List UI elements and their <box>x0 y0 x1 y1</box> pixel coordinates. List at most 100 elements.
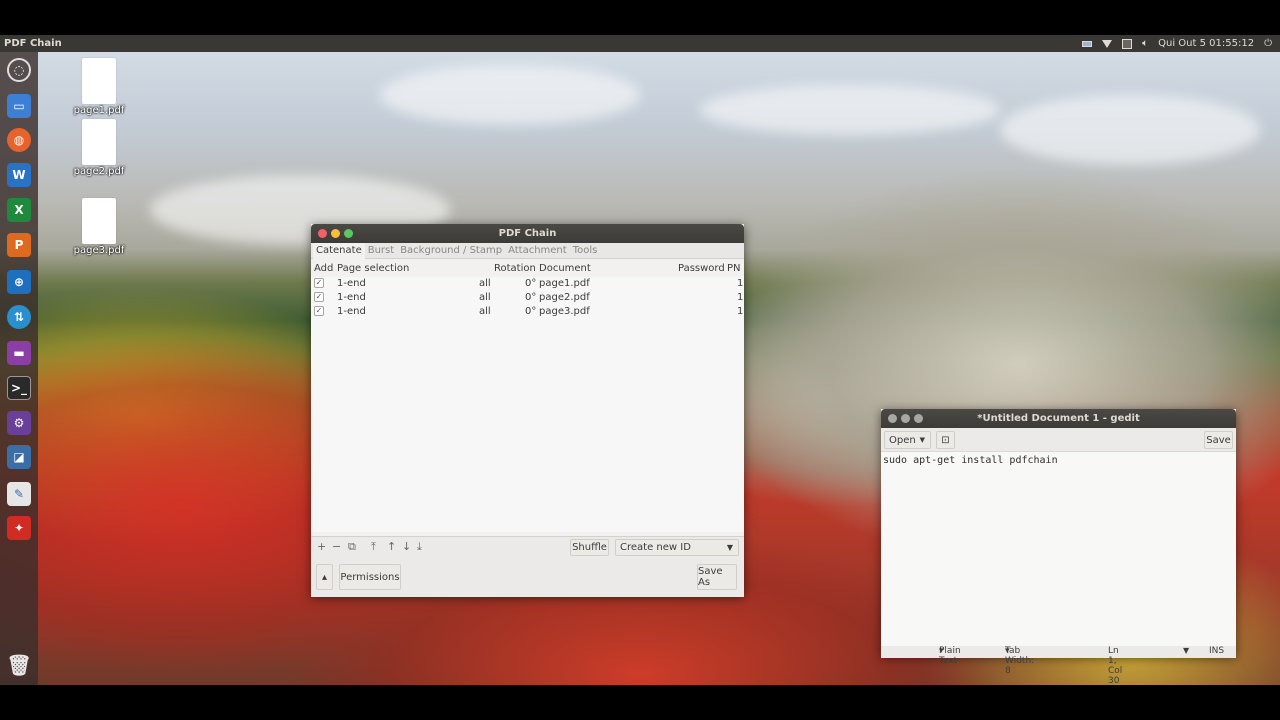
rotation-cell[interactable]: 0° <box>525 292 536 303</box>
window-title: PDF Chain <box>498 228 557 239</box>
calc-icon[interactable]: X <box>7 198 31 222</box>
desktop-file-page3[interactable]: page3.pdf <box>59 198 139 256</box>
permissions-button[interactable]: Permissions <box>339 564 401 590</box>
table-row[interactable]: ✓ 1-end all 0° page2.pdf 1 <box>311 291 744 305</box>
new-tab-icon: ⊡ <box>941 434 950 446</box>
minimize-icon[interactable] <box>331 229 340 238</box>
pdf-reader-icon[interactable]: ✦ <box>7 516 31 540</box>
indicator-area: 🔈︎ Qui Out 5 01:55:12 ⏻ <box>1082 35 1272 52</box>
column-header-document[interactable]: Document <box>539 263 591 274</box>
tab-width-selector[interactable]: Tab Width: 8 ▾ <box>1005 646 1034 676</box>
settings-icon[interactable]: ◪ <box>7 445 31 469</box>
page-selection-cell[interactable]: 1-end <box>337 278 366 289</box>
rotation-cell[interactable]: 0° <box>525 278 536 289</box>
desktop-file-page2[interactable]: page2.pdf <box>59 119 139 177</box>
trash-icon[interactable]: 🗑︎ <box>6 653 31 677</box>
page-selection-cell[interactable]: 1-end <box>337 306 366 317</box>
chevron-down-icon[interactable]: ▼ <box>1183 646 1189 655</box>
pdfchain-window: PDF Chain Catenate Burst Background / St… <box>311 224 744 597</box>
gedit-window: *Untitled Document 1 - gedit Open ▼ ⊡ Sa… <box>881 409 1236 686</box>
list-toolbar: + − ⧉ ⤒ ↑ ↓ ⤓ Shuffle Create new ID ▼ <box>311 536 744 558</box>
move-bottom-button[interactable]: ⤓ <box>417 540 422 554</box>
column-header-add[interactable]: Add <box>314 263 333 274</box>
letterbox-bottom <box>0 685 1280 720</box>
pdfchain-titlebar[interactable]: PDF Chain <box>311 224 744 243</box>
terminal-icon[interactable]: >_ <box>7 376 31 400</box>
cursor-position-label: Ln 1, Col 30 <box>1108 646 1123 686</box>
pdf-file-icon <box>82 58 116 104</box>
document-cell: page2.pdf <box>539 292 590 303</box>
open-button[interactable]: Open ▼ <box>884 431 931 449</box>
gedit-titlebar[interactable]: *Untitled Document 1 - gedit <box>881 409 1236 428</box>
close-icon[interactable] <box>888 414 897 423</box>
pn-cell: 1 <box>737 306 744 317</box>
firefox-icon[interactable]: ◍ <box>7 128 31 152</box>
software-icon[interactable]: ⊕ <box>7 270 31 294</box>
maximize-icon[interactable] <box>914 414 923 423</box>
keyboard-layout-icon[interactable] <box>1082 40 1093 47</box>
text-editor[interactable]: sudo apt-get install pdfchain <box>881 452 1236 646</box>
tab-burst[interactable]: Burst <box>365 243 397 259</box>
text-editor-icon[interactable]: ✎ <box>7 482 31 506</box>
language-selector[interactable]: Plain Text ▾ <box>939 646 961 666</box>
tab-tools[interactable]: Tools <box>570 243 601 259</box>
desktop-file-label: page3.pdf <box>73 245 125 256</box>
add-checkbox[interactable]: ✓ <box>314 306 324 316</box>
table-row[interactable]: ✓ 1-end all 0° page3.pdf 1 <box>311 305 744 319</box>
column-header-password[interactable]: Password <box>678 263 725 274</box>
writer-icon[interactable]: W <box>7 163 31 187</box>
remove-file-button[interactable]: − <box>332 540 341 553</box>
cloud-shape <box>1000 95 1260 165</box>
insert-mode: INS <box>1209 646 1225 656</box>
move-top-button[interactable]: ⤒ <box>371 540 376 554</box>
tab-attachment[interactable]: Attachment <box>505 243 570 259</box>
close-icon[interactable] <box>318 229 327 238</box>
move-up-button[interactable]: ↑ <box>387 540 396 553</box>
panel-app-title: PDF Chain <box>4 38 62 49</box>
table-row[interactable]: ✓ 1-end all 0° page1.pdf 1 <box>311 277 744 291</box>
shuffle-button[interactable]: Shuffle <box>570 539 609 556</box>
even-odd-cell[interactable]: all <box>479 292 491 303</box>
mixer-icon[interactable]: ⚙ <box>7 411 31 435</box>
impress-icon[interactable]: P <box>7 233 31 257</box>
add-checkbox[interactable]: ✓ <box>314 278 324 288</box>
id-mode-select[interactable]: Create new ID ▼ <box>615 539 739 556</box>
keyboard-icon[interactable] <box>1122 38 1133 49</box>
even-odd-cell[interactable]: all <box>479 278 491 289</box>
add-file-button[interactable]: + <box>317 540 326 553</box>
move-down-button[interactable]: ↓ <box>402 540 411 553</box>
expander-button[interactable]: ▴ <box>316 564 333 590</box>
gedit-toolbar: Open ▼ ⊡ Save <box>881 428 1236 452</box>
letterbox-top <box>0 0 1280 35</box>
column-header-pn[interactable]: PN <box>727 263 741 274</box>
tab-bar: Catenate Burst Background / Stamp Attach… <box>311 242 744 259</box>
desktop-file-label: page1.pdf <box>73 105 125 116</box>
dropdown-arrow-icon: ▼ <box>726 543 733 552</box>
network-icon[interactable]: ⇅ <box>7 305 31 329</box>
desktop-file-page1[interactable]: page1.pdf <box>59 58 139 116</box>
new-document-button[interactable]: ⊡ <box>936 431 955 449</box>
even-odd-cell[interactable]: all <box>479 306 491 317</box>
page-selection-cell[interactable]: 1-end <box>337 292 366 303</box>
top-panel: PDF Chain 🔈︎ Qui Out 5 01:55:12 ⏻ <box>0 35 1280 52</box>
column-header-rotation[interactable]: Rotation <box>494 263 536 274</box>
power-icon[interactable]: ⏻ <box>1264 38 1272 49</box>
video-icon[interactable]: ▬ <box>7 341 31 365</box>
rotation-cell[interactable]: 0° <box>525 306 536 317</box>
minimize-icon[interactable] <box>901 414 910 423</box>
add-checkbox[interactable]: ✓ <box>314 292 324 302</box>
tab-background-stamp[interactable]: Background / Stamp <box>397 243 505 259</box>
save-as-button[interactable]: Save As <box>697 564 737 590</box>
files-icon[interactable]: ▭ <box>7 94 31 118</box>
volume-icon[interactable]: 🔈︎ <box>1142 38 1148 49</box>
wifi-icon[interactable] <box>1102 39 1113 48</box>
action-bar: ▴ Permissions Save As <box>311 558 744 597</box>
tab-catenate[interactable]: Catenate <box>313 242 365 259</box>
maximize-icon[interactable] <box>344 229 353 238</box>
copy-file-button[interactable]: ⧉ <box>348 540 356 554</box>
save-button[interactable]: Save <box>1204 431 1233 449</box>
id-mode-value: Create new ID <box>620 542 691 553</box>
ubuntu-dash-icon[interactable]: ◌ <box>7 58 31 82</box>
column-header-page-selection[interactable]: Page selection <box>337 263 409 274</box>
clock[interactable]: Qui Out 5 01:55:12 <box>1158 38 1254 49</box>
